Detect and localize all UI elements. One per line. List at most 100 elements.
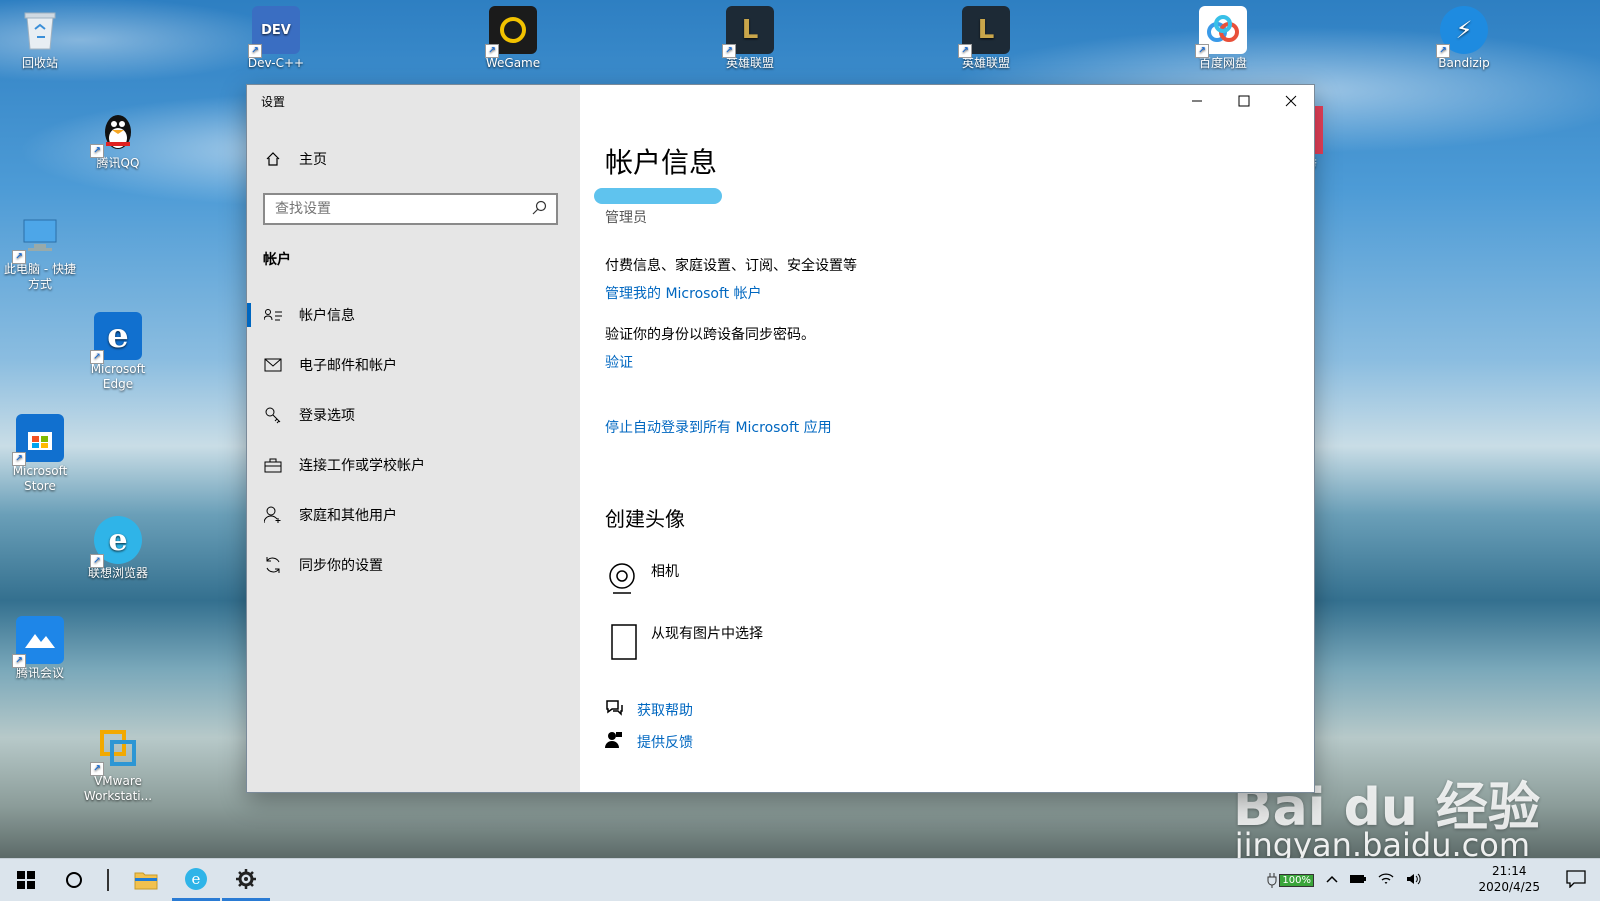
taskbar-lenovo-browser[interactable]: e [172,859,220,901]
recycle-bin-icon [16,6,64,54]
settings-window: 设置 主页 帐户 帐户信息 [247,85,1314,792]
action-center-button[interactable] [1566,870,1586,892]
volume-icon[interactable] [1406,872,1422,889]
help-chat-icon [605,699,623,721]
key-icon [263,405,283,425]
window-title: 设置 [261,95,286,109]
desktop-icon-this-pc[interactable]: ↗ 此电脑 - 快捷方式 [0,212,80,292]
sidebar-item-sync[interactable]: 同步你的设置 [247,540,580,590]
sidebar-item-label: 登录选项 [299,408,355,424]
taskbar-settings[interactable] [222,859,270,901]
redacted-username [594,188,722,204]
close-button[interactable] [1267,85,1314,117]
sidebar-item-label: 帐户信息 [299,308,355,324]
edge-icon: e ↗ [90,312,142,364]
person-card-icon [263,305,283,325]
browse-label: 从现有图片中选择 [651,626,763,642]
gear-icon [236,868,256,889]
camera-icon [605,561,639,599]
settings-content: 帐户信息 管理员 付费信息、家庭设置、订阅、安全设置等 管理我的 Microso… [580,85,1314,792]
desktop-icon-vmware[interactable]: ↗ VMware Workstati... [78,724,158,804]
get-help-row[interactable]: 获取帮助 [605,699,693,721]
dev-cpp-icon: DEV ↗ [248,6,300,58]
battery-indicator[interactable]: 100% [1267,872,1314,888]
lenovo-browser-icon: e ↗ [90,516,142,568]
desktop-icon-baidu-netdisk[interactable]: ↗ 百度网盘 [1183,6,1263,71]
desktop-icon-recycle-bin[interactable]: 回收站 [0,6,80,71]
desktop-icon-lenovo-browser[interactable]: e ↗ 联想浏览器 [78,516,158,581]
feedback-icon [605,731,623,753]
cortana-button[interactable] [52,859,96,901]
home-icon [263,149,283,169]
camera-label: 相机 [651,564,679,580]
taskbar-file-explorer[interactable] [122,859,170,901]
desktop-icon-lol-2[interactable]: L ↗ 英雄联盟 [946,6,1026,71]
camera-option[interactable]: 相机 [605,561,679,599]
baidu-netdisk-icon: ↗ [1195,6,1247,58]
manage-account-link[interactable]: 管理我的 Microsoft 帐户 [605,283,762,303]
plug-icon [1267,873,1277,888]
get-help-link[interactable]: 获取帮助 [637,700,693,720]
qq-penguin-icon: ↗ [90,106,142,158]
desktop-icon-store[interactable]: ↗ Microsoft Store [0,414,80,494]
sidebar-item-label: 连接工作或学校帐户 [299,458,425,474]
sidebar-item-label: 电子邮件和帐户 [299,358,397,374]
league-of-legends-icon: L ↗ [958,6,1010,58]
tencent-meeting-icon: ↗ [12,616,64,668]
notification-icon [1566,870,1586,889]
sidebar-item-label: 同步你的设置 [299,558,383,574]
desktop-icon-qq[interactable]: ↗ 腾讯QQ [78,106,158,171]
vmware-icon: ↗ [90,724,142,776]
system-tray: 100% [1267,859,1422,901]
desktop-icon-wegame[interactable]: ↗ WeGame [473,6,553,71]
desktop-icon-tencent-meeting[interactable]: ↗ 腾讯会议 [0,616,80,681]
maximize-icon [1238,95,1249,107]
bandizip-icon: ⚡ ↗ [1436,6,1488,58]
computer-monitor-icon: ↗ [12,212,64,264]
system-clock[interactable]: 21:14 2020/4/25 [1478,863,1540,895]
person-add-icon [263,505,283,525]
desktop-icon-dev-cpp[interactable]: DEV ↗ Dev-C++ [236,6,316,71]
minimize-button[interactable] [1173,85,1220,117]
desktop-icon-lol-1[interactable]: L ↗ 英雄联盟 [710,6,790,71]
settings-search-box[interactable] [263,193,558,225]
sidebar-nav: 帐户信息 电子邮件和帐户 登录选项 连接工作或学校帐户 家庭和其他用户 同步你的… [247,290,580,590]
sidebar-item-label: 家庭和其他用户 [299,508,397,524]
sync-icon [263,555,283,575]
browse-picture-option[interactable]: 从现有图片中选择 [605,623,763,665]
cortana-circle-icon [66,872,82,888]
home-label: 主页 [299,152,327,168]
section-heading: 帐户 [263,252,291,268]
battery-icon[interactable] [1350,873,1366,887]
show-hidden-icons-button[interactable] [1326,873,1338,887]
feedback-row[interactable]: 提供反馈 [605,731,693,753]
wifi-icon[interactable] [1378,872,1394,889]
windows-logo-icon [17,871,35,889]
search-icon [532,200,548,220]
briefcase-icon [263,455,283,475]
verify-link[interactable]: 验证 [605,352,633,372]
sidebar-item-sign-in[interactable]: 登录选项 [247,390,580,440]
stop-auto-sign-in-link[interactable]: 停止自动登录到所有 Microsoft 应用 [605,417,832,437]
close-icon [1285,95,1296,107]
billing-text: 付费信息、家庭设置、订阅、安全设置等 [605,258,857,274]
sidebar-item-family[interactable]: 家庭和其他用户 [247,490,580,540]
battery-percent: 100% [1279,873,1314,887]
taskbar-divider [98,859,118,901]
sidebar-item-account-info[interactable]: 帐户信息 [247,290,580,340]
start-button[interactable] [4,859,48,901]
settings-sidebar: 设置 主页 帐户 帐户信息 [247,85,580,792]
maximize-button[interactable] [1220,85,1267,117]
folder-icon [134,872,158,890]
search-input[interactable] [265,195,535,223]
sidebar-item-email[interactable]: 电子邮件和帐户 [247,340,580,390]
desktop-icon-bandizip[interactable]: ⚡ ↗ Bandizip [1424,6,1504,71]
window-controls [1173,85,1314,117]
browser-icon: e [185,867,207,890]
sidebar-item-work-school[interactable]: 连接工作或学校帐户 [247,440,580,490]
home-link[interactable]: 主页 [263,149,327,169]
desktop-icon-edge[interactable]: e ↗ Microsoft Edge [78,312,158,392]
verify-text: 验证你的身份以跨设备同步密码。 [605,327,815,343]
wegame-icon: ↗ [485,6,537,58]
feedback-link[interactable]: 提供反馈 [637,732,693,752]
